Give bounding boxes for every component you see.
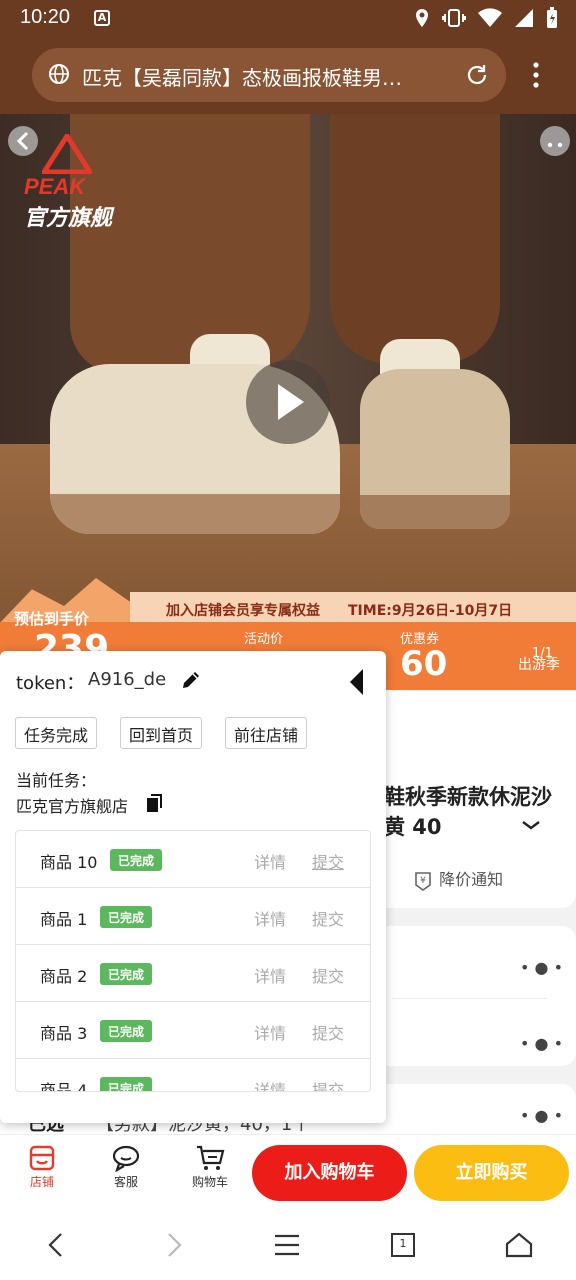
current-task-value: 匹克官方旗舰店 — [16, 797, 129, 816]
edit-pencil-icon[interactable] — [180, 669, 202, 691]
image-counter: 1/1 — [532, 646, 553, 661]
status-badge: 已完成 — [100, 906, 153, 928]
task-row: 商品 3 已完成 详情 提交 — [16, 1002, 370, 1059]
submit-link[interactable]: 提交 — [312, 1077, 344, 1091]
submit-link[interactable]: 提交 — [312, 849, 344, 873]
service-label: 客服 — [113, 1175, 138, 1189]
task-item-name: 商品 3 — [40, 1024, 88, 1043]
task-panel: token： A916_de 任务完成 回到首页 前往店铺 当前任务： 匹克官方… — [0, 651, 386, 1123]
task-item-name: 商品 4 — [40, 1081, 88, 1092]
bottom-action-bar: 店铺 客服 购物车 加入购物车 立即购买 — [0, 1134, 576, 1208]
service-tab[interactable]: 客服 — [96, 1143, 156, 1190]
more-dots-icon[interactable]: • ● • — [520, 1034, 563, 1053]
submit-link[interactable]: 提交 — [312, 1020, 344, 1044]
detail-link[interactable]: 详情 — [254, 1020, 286, 1044]
detail-link[interactable]: 详情 — [254, 906, 286, 930]
add-to-cart-button[interactable]: 加入购物车 — [252, 1145, 407, 1201]
status-icons — [414, 6, 558, 30]
detail-link[interactable]: 详情 — [254, 849, 286, 873]
submit-link[interactable]: 提交 — [312, 963, 344, 987]
current-task-label: 当前任务： — [16, 771, 97, 790]
status-badge: 已完成 — [100, 1077, 153, 1091]
task-item-name: 商品 2 — [40, 967, 88, 986]
activity-price-label: 活动价 — [244, 632, 284, 647]
copy-icon[interactable] — [146, 793, 164, 813]
hero-pants-right — [330, 114, 500, 364]
status-badge: 已完成 — [110, 849, 163, 871]
battery-icon — [547, 7, 557, 28]
token-value: A916_de — [88, 669, 167, 690]
task-row: 商品 1 已完成 详情 提交 — [16, 888, 370, 945]
video-play-button[interactable] — [246, 360, 330, 444]
coupon-value: 60 — [400, 644, 448, 684]
detail-link[interactable]: 详情 — [254, 1077, 286, 1091]
url-bar[interactable]: 匹克【吴磊同款】态极画报板鞋男… — [32, 48, 506, 102]
store-icon — [29, 1145, 55, 1171]
wifi-icon — [478, 8, 502, 27]
cart-label: 购物车 — [191, 1175, 228, 1189]
nav-back-icon[interactable] — [42, 1230, 72, 1260]
store-tab[interactable]: 店铺 — [12, 1143, 72, 1190]
browser-header: 10:20 A 匹克【吴磊同款】态极画报板鞋男… — [0, 0, 576, 114]
hero-shoe-right — [360, 369, 510, 529]
divider — [392, 998, 548, 999]
store-label: 店铺 — [29, 1175, 54, 1189]
chevron-left-icon — [16, 131, 29, 151]
more-dots-icon[interactable]: • ● • — [520, 1106, 563, 1125]
buy-now-button[interactable]: 立即购买 — [414, 1145, 569, 1201]
task-row: 商品 4 已完成 详情 提交 — [16, 1059, 370, 1092]
notification-a-icon: A — [94, 10, 110, 26]
vibrate-icon — [442, 9, 466, 27]
status-badge: 已完成 — [100, 1020, 153, 1042]
tab-count: 1 — [399, 1237, 407, 1250]
price-notice[interactable]: ¥ 降价通知 — [412, 866, 503, 892]
play-icon — [278, 384, 304, 420]
reload-icon[interactable] — [464, 62, 490, 88]
promo-time-text: TIME:9月26日-10月7日 — [348, 603, 513, 619]
status-time: 10:20 — [20, 6, 71, 28]
task-done-button[interactable]: 任务完成 — [15, 717, 98, 749]
nav-menu-icon[interactable] — [272, 1230, 302, 1260]
detail-link[interactable]: 详情 — [254, 963, 286, 987]
cart-icon — [197, 1145, 225, 1170]
customer-service-icon — [112, 1145, 140, 1172]
go-to-store-button[interactable]: 前往店铺 — [225, 717, 308, 749]
more-dots-icon[interactable]: • ● • — [520, 958, 563, 977]
task-item-name: 商品 10 — [40, 853, 98, 872]
url-title: 匹克【吴磊同款】态极画报板鞋男… — [82, 66, 402, 90]
tabs-button[interactable]: 1 — [388, 1230, 418, 1260]
browser-menu-icon[interactable] — [526, 60, 546, 90]
peak-logo-icon — [42, 134, 92, 174]
estimate-label: 预估到手价 — [14, 610, 90, 628]
task-list: 商品 10 已完成 详情 提交 商品 1 已完成 详情 提交 商品 2 已完成 … — [15, 830, 371, 1092]
status-badge: 已完成 — [100, 963, 153, 985]
cart-tab[interactable]: 购物车 — [180, 1143, 240, 1190]
member-benefit-text: 加入店铺会员享专属权益 — [166, 603, 320, 619]
chevron-down-icon[interactable] — [520, 818, 542, 832]
product-title[interactable]: 鞋秋季新款休泥沙黄 40 — [384, 782, 554, 842]
nav-forward-icon[interactable] — [158, 1230, 188, 1260]
collapse-arrow-icon[interactable] — [348, 667, 364, 697]
task-item-name: 商品 1 — [40, 910, 88, 929]
task-row: 商品 10 已完成 详情 提交 — [16, 831, 370, 888]
price-notice-label: 降价通知 — [439, 870, 504, 889]
globe-icon — [49, 64, 69, 84]
brand-name: PEAK — [24, 174, 86, 199]
back-home-button[interactable]: 回到首页 — [120, 717, 203, 749]
location-icon — [416, 9, 428, 27]
submit-link[interactable]: 提交 — [312, 906, 344, 930]
more-button[interactable] — [540, 126, 570, 156]
token-label: token： — [16, 673, 85, 694]
back-button[interactable] — [8, 126, 38, 156]
flagship-label: 官方旗舰 — [24, 206, 113, 231]
signal-icon — [515, 9, 533, 27]
price-alert-icon: ¥ — [415, 871, 431, 891]
nav-home-icon[interactable] — [504, 1230, 534, 1260]
task-row: 商品 2 已完成 详情 提交 — [16, 945, 370, 1002]
svg-text:¥: ¥ — [420, 876, 426, 886]
browser-nav-bar: 1 — [0, 1208, 576, 1280]
more-dots-icon — [547, 142, 563, 148]
status-bar: 10:20 A — [0, 0, 576, 36]
